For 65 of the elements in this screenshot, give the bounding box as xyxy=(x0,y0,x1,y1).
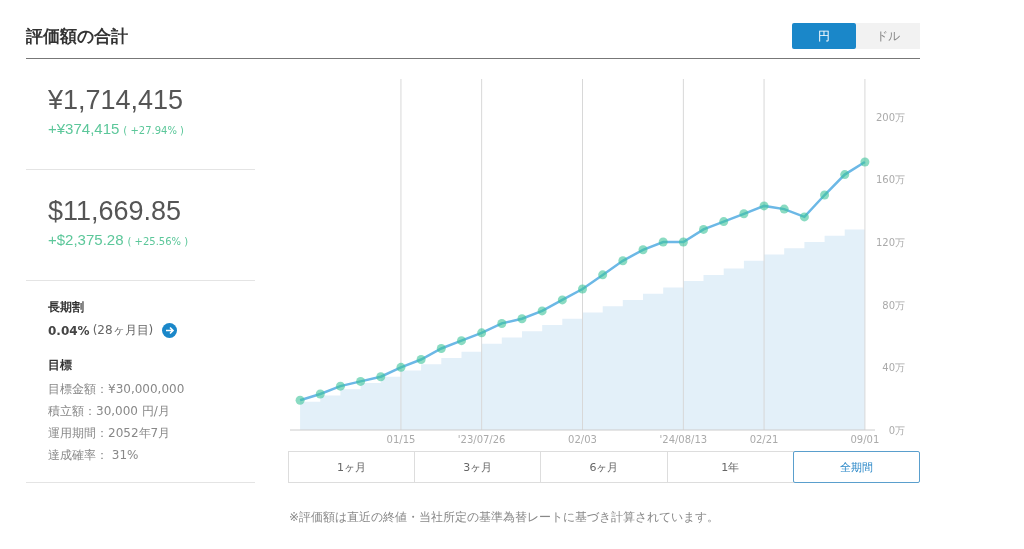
data-point xyxy=(598,270,608,280)
data-point xyxy=(618,256,628,266)
data-point xyxy=(719,217,729,227)
data-point xyxy=(759,201,769,211)
discount-rate: 0.04% xyxy=(48,323,90,338)
data-point xyxy=(638,245,648,255)
y-axis-label: 200万 xyxy=(875,111,905,123)
y-axis-label: 80万 xyxy=(882,299,905,311)
data-point xyxy=(699,224,709,234)
y-axis-label: 40万 xyxy=(882,362,905,374)
currency-tab[interactable]: 円 xyxy=(792,23,856,49)
x-axis-label: 02/21 xyxy=(749,434,779,445)
section-title: 評価額の合計 xyxy=(26,24,128,48)
data-point xyxy=(658,237,668,247)
footnote: ※評価額は直近の終値・当社所定の基準為替レートに基づき計算されています。 xyxy=(289,509,721,526)
goal-detail: 積立額：30,000 円/月 xyxy=(48,403,171,420)
x-axis-label: 09/01 xyxy=(850,434,880,445)
y-axis-label: 160万 xyxy=(875,174,905,186)
period-tab[interactable]: 1年 xyxy=(666,451,794,483)
data-point xyxy=(779,204,789,214)
data-point xyxy=(376,372,386,382)
data-point xyxy=(396,362,406,372)
gain-amount: +$2,375.28 xyxy=(48,231,124,248)
goal-detail: 運用期間：2052年7月 xyxy=(48,425,172,442)
data-point xyxy=(295,395,305,405)
x-axis-label: 01/15 xyxy=(386,434,416,445)
gain-percent: ( +25.56% ) xyxy=(127,236,189,247)
data-point xyxy=(739,209,749,219)
long-term-heading: 長期割 xyxy=(48,299,85,316)
period-tab[interactable]: 全期間 xyxy=(792,451,920,483)
data-point xyxy=(557,295,567,305)
x-axis-label: 02/03 xyxy=(568,434,597,445)
total-amount: ¥1,714,415 xyxy=(48,85,185,116)
data-point xyxy=(860,157,870,167)
data-point xyxy=(497,318,507,328)
gain-percent: ( +27.94% ) xyxy=(123,125,184,136)
x-axis-label: '23/07/26 xyxy=(457,434,506,445)
data-point xyxy=(436,344,446,353)
gain-amount: +¥374,415 xyxy=(48,120,120,137)
period-tab[interactable]: 1ヶ月 xyxy=(288,451,416,483)
y-axis-label: 120万 xyxy=(875,236,905,248)
period-tab[interactable]: 3ヶ月 xyxy=(414,451,542,483)
x-axis-label: '24/08/13 xyxy=(659,434,708,445)
data-point xyxy=(315,389,325,399)
data-point xyxy=(416,355,426,364)
y-axis-label: 0万 xyxy=(888,425,905,436)
data-point xyxy=(335,381,345,391)
goal-heading: 目標 xyxy=(48,357,73,374)
total-amount: $11,669.85 xyxy=(48,196,183,227)
currency-tab[interactable]: ドル xyxy=(856,23,920,49)
data-point xyxy=(840,170,850,180)
month-count: (28ヶ月目) xyxy=(92,322,154,339)
data-point xyxy=(456,336,466,346)
data-point xyxy=(537,306,547,316)
data-point xyxy=(820,190,830,200)
data-point xyxy=(799,212,809,222)
data-point xyxy=(477,328,487,338)
data-point xyxy=(517,314,527,324)
arrow-right-icon[interactable] xyxy=(162,323,178,338)
data-point xyxy=(356,376,366,386)
goal-detail: 達成確率： 31% xyxy=(48,447,140,464)
data-point xyxy=(578,284,587,294)
data-point xyxy=(678,237,688,247)
goal-detail: 目標金額：¥30,000,000 xyxy=(48,381,186,398)
period-tab[interactable]: 6ヶ月 xyxy=(540,451,668,483)
